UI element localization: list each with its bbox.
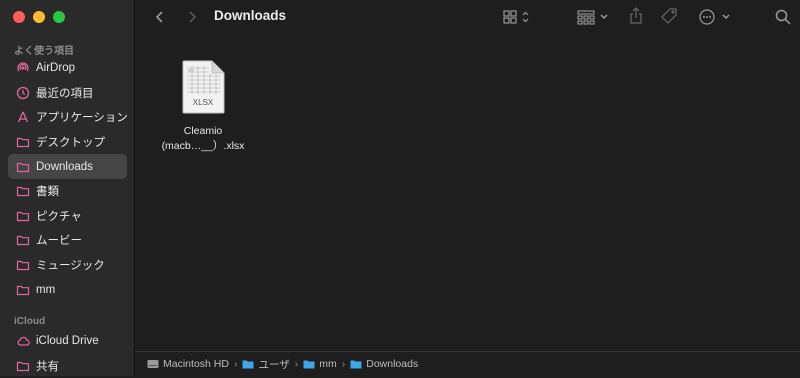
path-item-label: mm [319, 358, 337, 370]
sidebar-item-label: mm [36, 283, 56, 296]
sidebar-item-label: iCloud Drive [36, 335, 99, 348]
path-bar: Macintosh HD › ユーザ › mm › Downloads [135, 351, 800, 376]
folder-icon [16, 283, 30, 297]
path-item-mm[interactable]: mm [303, 358, 337, 370]
sidebar-item-label: デスクトップ [36, 137, 105, 150]
sidebar-item-recents[interactable]: 最近の項目 [8, 81, 127, 106]
xlsx-file-icon: XLSX [180, 60, 226, 114]
sidebar-item-label: ピクチャ [36, 210, 82, 223]
path-item-macintosh-hd[interactable]: Macintosh HD [147, 358, 229, 370]
sidebar-item-label: ミュージック [36, 260, 105, 273]
chevron-right-icon: › [294, 358, 299, 370]
icon-grid-icon [503, 10, 529, 24]
chevron-left-icon [155, 11, 163, 23]
cloud-icon [16, 334, 30, 348]
tag-icon [661, 8, 677, 24]
sidebar-item-movies[interactable]: ムービー [8, 228, 127, 253]
chevron-right-icon: › [341, 358, 346, 370]
folder-icon [16, 160, 30, 174]
file-name[interactable]: Cleamio (macb…__）.xlsx [162, 124, 245, 154]
file-name-line2: (macb…__）.xlsx [161, 140, 245, 152]
close-window-button[interactable] [13, 11, 25, 23]
sidebar-item-icloud-drive[interactable]: iCloud Drive [8, 329, 127, 354]
back-button[interactable] [153, 9, 167, 25]
sidebar-item-applications[interactable]: アプリケーション [8, 105, 128, 130]
minimize-window-button[interactable] [33, 11, 45, 23]
tag-button[interactable] [660, 7, 678, 25]
sidebar: よく使う項目 AirDrop 最近の項目 アプリケーション デスクトップ Dow… [0, 0, 135, 376]
sidebar-item-pictures[interactable]: ピクチャ [8, 204, 127, 229]
path-item-users[interactable]: ユーザ [242, 357, 290, 372]
file-type-badge: XLSX [192, 98, 214, 107]
sidebar-item-documents[interactable]: 書類 [8, 179, 127, 204]
path-item-label: Macintosh HD [163, 358, 229, 370]
sidebar-item-label: AirDrop [36, 62, 75, 75]
sidebar-item-label: 共有 [36, 360, 59, 373]
folder-icon [16, 209, 30, 223]
chevron-right-icon: › [233, 358, 238, 370]
group-grid-icon [577, 10, 608, 25]
sidebar-item-label: Downloads [36, 160, 93, 173]
home-folder-icon [303, 359, 315, 369]
folder-icon [16, 184, 30, 198]
search-button[interactable] [774, 8, 792, 26]
ellipsis-circle-icon [699, 9, 730, 25]
finder-window: よく使う項目 AirDrop 最近の項目 アプリケーション デスクトップ Dow… [0, 0, 800, 376]
sidebar-item-mm[interactable]: mm [8, 277, 127, 302]
clock-icon [16, 86, 30, 100]
sidebar-item-airdrop[interactable]: AirDrop [8, 56, 127, 81]
shared-folder-icon [16, 359, 30, 373]
zoom-window-button[interactable] [53, 11, 65, 23]
airdrop-icon [16, 61, 30, 75]
sidebar-item-shared[interactable]: 共有 [8, 354, 127, 378]
sidebar-item-label: アプリケーション [36, 112, 128, 125]
icloud-list: iCloud Drive 共有 [8, 329, 127, 378]
path-item-label: Downloads [366, 358, 419, 370]
share-icon [630, 7, 642, 24]
chevron-right-icon [189, 11, 197, 23]
sidebar-item-label: ムービー [36, 235, 82, 248]
file-name-line1: Cleamio [183, 125, 223, 137]
file-area[interactable]: XLSX Cleamio (macb…__）.xlsx [135, 34, 800, 354]
path-item-downloads[interactable]: Downloads [350, 358, 418, 370]
folder-icon [350, 359, 362, 369]
sidebar-item-music[interactable]: ミュージック [8, 253, 127, 278]
folder-icon [16, 135, 30, 149]
folder-icon [16, 258, 30, 272]
window-controls [13, 11, 65, 23]
more-actions-button[interactable] [698, 8, 732, 26]
applications-icon [16, 110, 30, 124]
forward-button[interactable] [185, 9, 199, 25]
group-by-button[interactable] [576, 9, 610, 25]
sidebar-item-label: 書類 [36, 186, 59, 199]
view-mode-button[interactable] [501, 9, 533, 25]
folder-icon [16, 233, 30, 247]
sidebar-item-desktop[interactable]: デスクトップ [8, 130, 127, 155]
sidebar-item-downloads[interactable]: Downloads [8, 154, 127, 179]
window-title: Downloads [214, 8, 287, 23]
file-item[interactable]: XLSX Cleamio (macb…__）.xlsx [151, 60, 255, 154]
favorites-list: AirDrop 最近の項目 アプリケーション デスクトップ Downloads … [8, 56, 128, 302]
share-button[interactable] [628, 7, 644, 25]
favorites-section-label: よく使う項目 [14, 46, 74, 57]
search-icon [775, 9, 791, 25]
folder-icon [242, 359, 254, 369]
toolbar: Downloads [135, 0, 800, 34]
hard-drive-icon [147, 359, 159, 369]
sidebar-item-label: 最近の項目 [36, 87, 94, 100]
path-item-label: ユーザ [258, 358, 290, 371]
icloud-section-label: iCloud [14, 316, 46, 327]
